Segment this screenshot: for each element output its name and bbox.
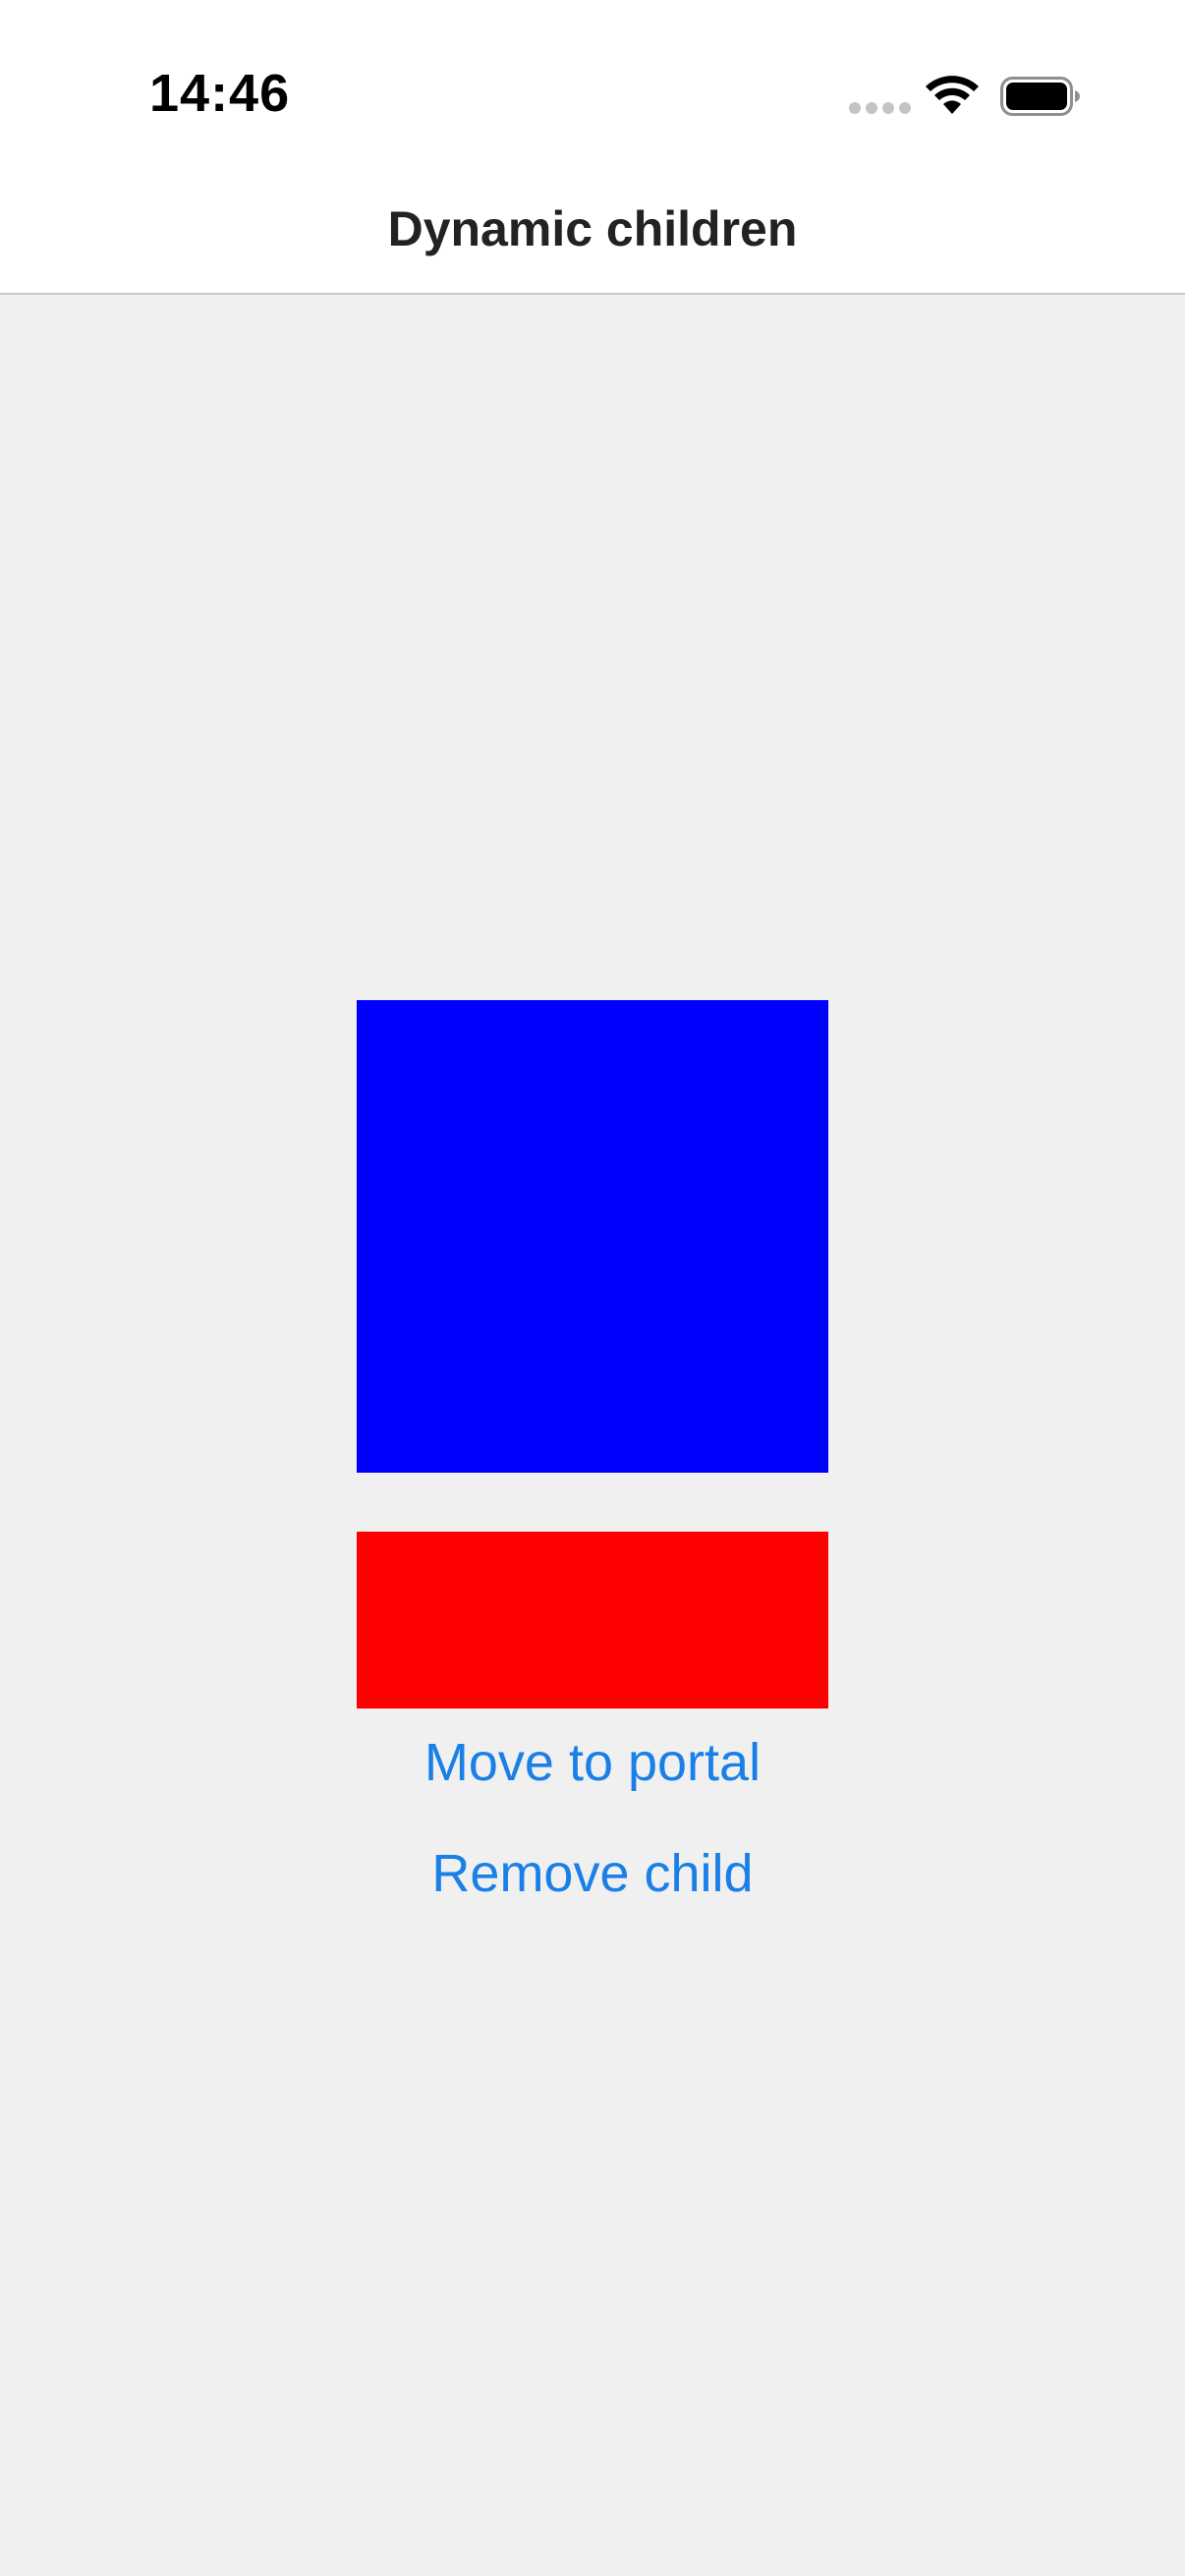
wifi-icon (926, 76, 979, 114)
move-to-portal-button[interactable]: Move to portal (0, 1732, 1185, 1793)
remove-child-button[interactable]: Remove child (0, 1843, 1185, 1904)
header: 14:46 Dynamic children (0, 0, 1185, 295)
signal-dots-icon (849, 102, 911, 114)
blue-child-box (357, 1000, 828, 1473)
red-child-box (357, 1532, 828, 1708)
status-time: 14:46 (149, 64, 291, 123)
battery-icon (1000, 77, 1080, 116)
page-title: Dynamic children (387, 201, 798, 256)
